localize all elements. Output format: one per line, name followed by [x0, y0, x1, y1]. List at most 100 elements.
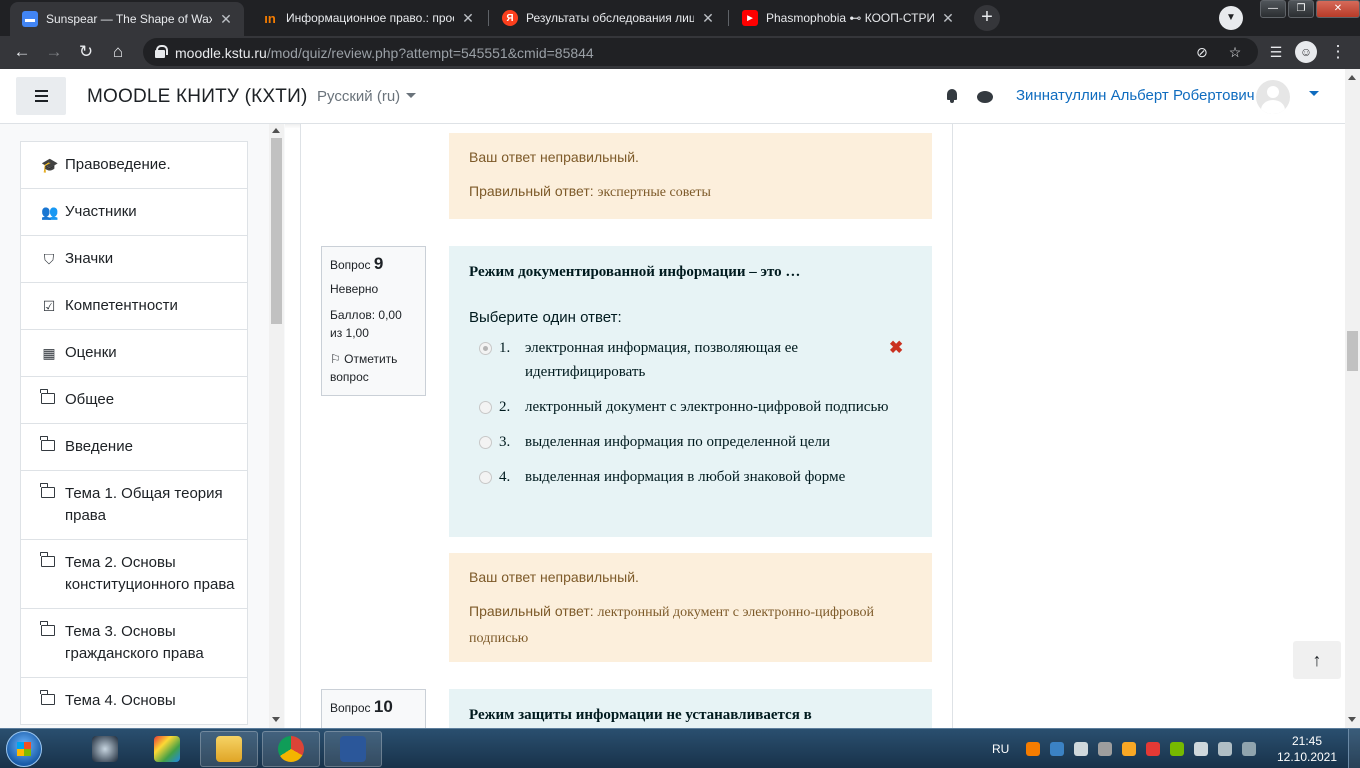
- window-close-button[interactable]: ✕: [1316, 0, 1360, 18]
- chrome-icon: [278, 736, 304, 762]
- user-menu-caret-icon[interactable]: [1309, 91, 1319, 96]
- folder-icon: [40, 436, 55, 451]
- avatar[interactable]: [1256, 80, 1290, 114]
- hamburger-icon-bar: [35, 100, 48, 102]
- drawer-item-topic-3[interactable]: Тема 3. Основы гражданского права: [20, 609, 248, 678]
- drawer-item-label: Участники: [65, 203, 137, 220]
- page-scrollbar[interactable]: [1345, 69, 1360, 728]
- question-text: Режим документированной информации – это…: [469, 264, 801, 280]
- maximize-button[interactable]: ❐: [1288, 0, 1314, 18]
- lock-icon[interactable]: [155, 45, 168, 58]
- taskbar-explorer[interactable]: [200, 731, 258, 767]
- language-label: Русский (ru): [317, 88, 401, 105]
- flag-label: Отметить вопрос: [330, 352, 398, 384]
- forward-arrow-icon[interactable]: →: [42, 40, 66, 64]
- taskbar-chrome[interactable]: [262, 731, 320, 767]
- scroll-down-arrow-icon[interactable]: [1348, 717, 1356, 722]
- flag-question-link[interactable]: ⚐ Отметить вопрос: [330, 350, 417, 386]
- scroll-up-arrow-icon[interactable]: [1348, 75, 1356, 80]
- action-center-icon[interactable]: [1242, 742, 1257, 756]
- drawer-item-topic-1[interactable]: Тема 1. Общая теория права: [20, 471, 248, 540]
- tab-separator: [488, 10, 489, 26]
- tray-app-icon[interactable]: [1122, 742, 1137, 756]
- nvidia-icon[interactable]: [1170, 742, 1185, 756]
- network-icon[interactable]: [1218, 742, 1233, 756]
- radio-button[interactable]: [479, 401, 492, 414]
- minimize-button[interactable]: —: [1260, 0, 1286, 18]
- url-text: moodle.kstu.ru/mod/quiz/review.php?attem…: [175, 45, 594, 61]
- drawer-scrollbar[interactable]: [269, 124, 284, 728]
- browser-tab-results[interactable]: Я Результаты обследования лица, ✕: [490, 0, 726, 36]
- drawer-item-participants[interactable]: 👥 Участники: [20, 189, 248, 236]
- hamburger-icon-bar: [35, 95, 48, 97]
- system-clock[interactable]: 21:45 12.10.2021: [1275, 733, 1339, 765]
- drawer-item-label: Общее: [65, 391, 115, 408]
- tray-app-icon[interactable]: [1074, 742, 1089, 756]
- taskbar-paint[interactable]: [138, 731, 196, 767]
- reload-icon[interactable]: ↻: [74, 40, 98, 64]
- tray-app-icon[interactable]: [1026, 742, 1041, 756]
- drawer-item-grades[interactable]: ▦ Оценки: [20, 330, 248, 377]
- tray-app-icon[interactable]: [1098, 742, 1113, 756]
- tray-app-icon[interactable]: [1050, 742, 1065, 756]
- folder-icon: [216, 736, 242, 762]
- close-icon[interactable]: ✕: [460, 10, 476, 27]
- language-menu[interactable]: Русский (ru): [317, 88, 417, 105]
- question-number: Вопрос 9: [330, 255, 417, 274]
- address-bar[interactable]: moodle.kstu.ru/mod/quiz/review.php?attem…: [143, 38, 1258, 66]
- menu-kebab-icon[interactable]: ⋮: [1326, 40, 1350, 64]
- drawer-item-general[interactable]: Общее: [20, 377, 248, 424]
- user-name[interactable]: Зиннатуллин Альберт Робертович: [1016, 87, 1255, 104]
- input-language[interactable]: RU: [992, 742, 1009, 756]
- drawer-item-intro[interactable]: Введение: [20, 424, 248, 471]
- scroll-up-arrow-icon[interactable]: [272, 128, 280, 133]
- drawer-item-competencies[interactable]: ☑ Компетентности: [20, 283, 248, 330]
- new-tab-button[interactable]: +: [974, 5, 1000, 31]
- feedback-status: Ваш ответ неправильный.: [469, 149, 639, 165]
- bell-icon[interactable]: [945, 89, 959, 103]
- scroll-down-arrow-icon[interactable]: [272, 717, 280, 722]
- moodle-navbar: MOODLE КНИТУ (КХТИ) Русский (ru) Зиннату…: [0, 69, 1345, 124]
- drawer-item-badges[interactable]: ⛉ Значки: [20, 236, 248, 283]
- option-number: 4.: [499, 469, 511, 485]
- tray-app-icon[interactable]: [1146, 742, 1161, 756]
- tab-title: Результаты обследования лица,: [526, 11, 694, 25]
- back-arrow-icon[interactable]: ←: [10, 40, 34, 64]
- feedback-status: Ваш ответ неправильный.: [469, 569, 639, 585]
- tab-search-icon[interactable]: ▼: [1219, 6, 1243, 30]
- volume-icon[interactable]: [1194, 742, 1209, 756]
- radio-button[interactable]: [479, 436, 492, 449]
- close-icon[interactable]: ✕: [940, 10, 956, 27]
- clock-date: 12.10.2021: [1276, 750, 1338, 764]
- radio-button[interactable]: [479, 342, 492, 355]
- message-icon[interactable]: [977, 91, 993, 103]
- hamburger-icon: [35, 90, 48, 92]
- page-scroll-thumb[interactable]: [1347, 331, 1358, 371]
- site-brand[interactable]: MOODLE КНИТУ (КХТИ): [87, 86, 307, 108]
- radio-button[interactable]: [479, 471, 492, 484]
- drawer-toggle-button[interactable]: [16, 77, 66, 115]
- close-icon[interactable]: ✕: [218, 11, 234, 28]
- back-to-top-button[interactable]: ↑: [1293, 641, 1341, 679]
- drawer-scroll-thumb[interactable]: [271, 138, 282, 324]
- home-icon[interactable]: ⌂: [106, 40, 130, 64]
- profile-avatar-icon[interactable]: ☺: [1295, 41, 1317, 63]
- drawer-item-topic-2[interactable]: Тема 2. Основы конституционного права: [20, 540, 248, 609]
- close-icon[interactable]: ✕: [700, 10, 716, 27]
- browser-tab-info-law[interactable]: ın Информационное право.: просм ✕: [250, 0, 486, 36]
- shield-icon: ⛉: [43, 251, 55, 267]
- browser-tab-youtube[interactable]: ▶ Phasmophobia ⊷ КООП-СТРИМ ✕: [730, 0, 966, 36]
- star-icon[interactable]: ☆: [1226, 43, 1244, 61]
- browser-tab-sunspear[interactable]: ▬ Sunspear — The Shape of Wax ✕: [10, 2, 244, 36]
- taskbar-word[interactable]: [324, 731, 382, 767]
- taskbar-steam[interactable]: [76, 731, 134, 767]
- drawer-item-topic-4[interactable]: Тема 4. Основы: [20, 678, 248, 725]
- reading-list-icon[interactable]: ☰: [1264, 40, 1288, 64]
- users-icon: 👥: [41, 204, 59, 220]
- browser-toolbar: ← → ↻ ⌂ moodle.kstu.ru/mod/quiz/review.p…: [0, 36, 1360, 69]
- drawer-item-course[interactable]: 🎓 Правоведение.: [20, 141, 248, 189]
- start-button[interactable]: [6, 731, 42, 767]
- question-number-value: 9: [373, 254, 384, 273]
- show-desktop-button[interactable]: [1348, 729, 1360, 768]
- eye-off-icon[interactable]: ⊘: [1193, 43, 1211, 61]
